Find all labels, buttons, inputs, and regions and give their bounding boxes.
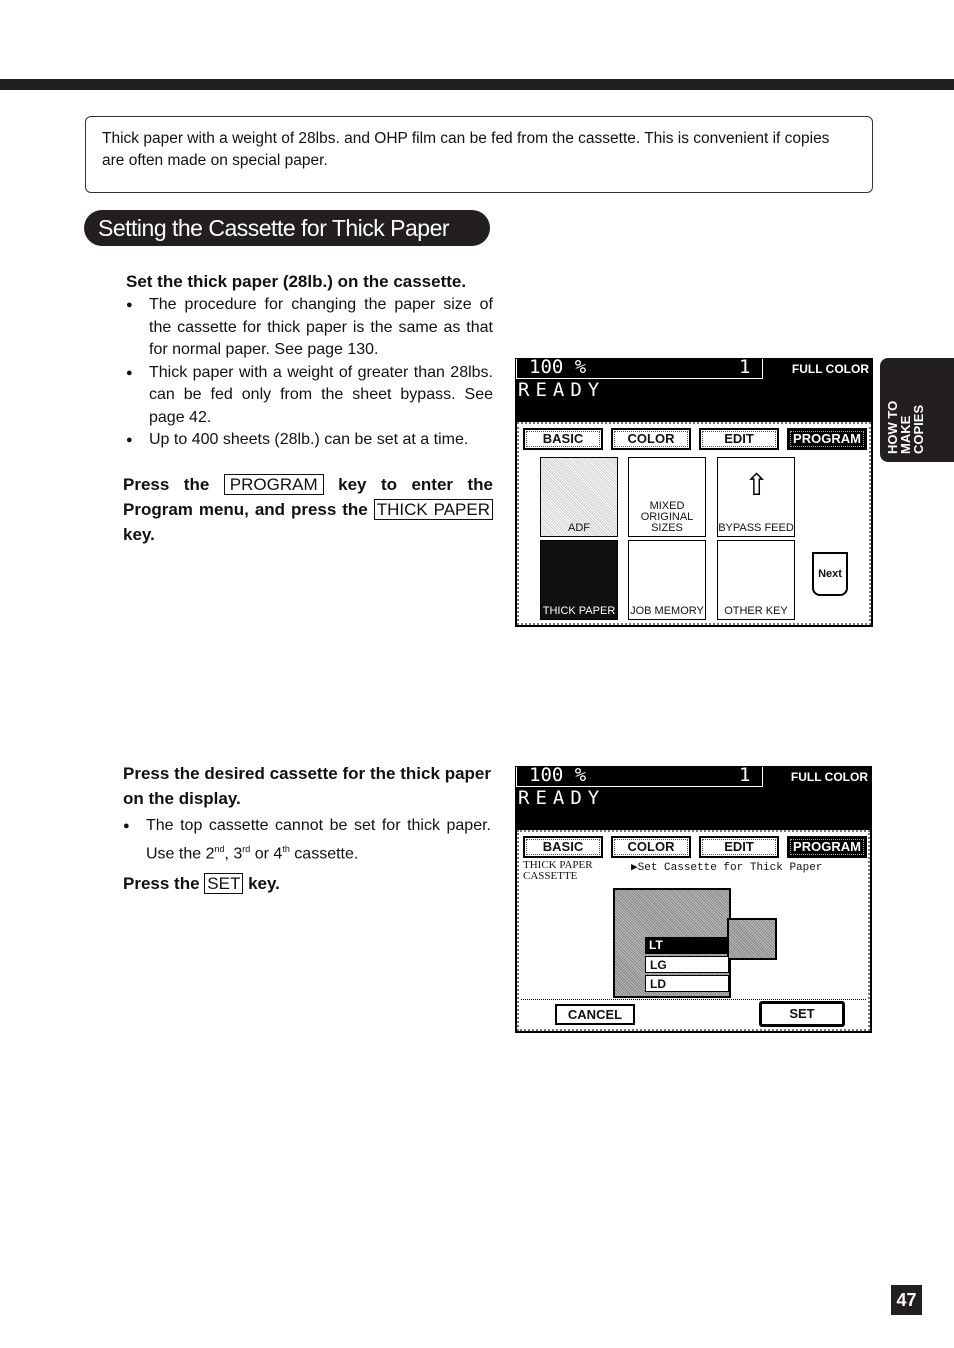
page-number: 47 [891, 1285, 922, 1315]
thick-paper-key-label: THICK PAPER [373, 499, 493, 520]
status-text: READY [518, 787, 606, 809]
step1: Set the thick paper (28lb.) on the casse… [126, 269, 493, 452]
tab-basic[interactable]: BASIC [523, 836, 603, 858]
job-memory-button[interactable]: JOB MEMORY [628, 540, 706, 620]
set-button[interactable]: SET [759, 1001, 845, 1027]
tab-program[interactable]: PROGRAM [787, 428, 867, 450]
bullet: Up to 400 sheets (28lb.) can be set at a… [126, 429, 493, 452]
header-rule [0, 79, 954, 90]
tab-edit[interactable]: EDIT [699, 428, 779, 450]
tab-program[interactable]: PROGRAM [787, 836, 867, 858]
touch-screen-cassette: 100 % 1 FULL COLOR READY BASIC COLOR EDIT… [515, 764, 872, 1033]
bullet: The top cassette cannot be set for thick… [123, 815, 491, 865]
touch-screen-program: 100 % 1 FULL COLOR READY BASIC COLOR EDIT… [515, 356, 873, 627]
press-set-text: Press the SET key. [123, 873, 280, 895]
bypass-feed-button[interactable]: ⇧ BYPASS FEED [717, 457, 795, 537]
thick-paper-button[interactable]: THICK PAPER [540, 540, 618, 620]
instruction-message: ▶Set Cassette for Thick Paper [631, 862, 823, 874]
cassette-lt[interactable]: LT [645, 937, 729, 954]
color-mode: FULL COLOR [790, 770, 868, 784]
zoom-display: 100 % 1 [516, 356, 763, 379]
manual-page: Thick paper with a weight of 28lbs. and … [0, 0, 954, 1348]
cassette-tray [727, 918, 777, 960]
color-mode: FULL COLOR [791, 362, 869, 376]
screen-label: THICK PAPER CASSETTE [523, 859, 593, 882]
cassette-lg[interactable]: LG [645, 956, 729, 973]
zoom-display: 100 % 1 [516, 764, 763, 787]
section-title: Setting the Cassette for Thick Paper (28… [84, 210, 490, 277]
step3: Press the desired cassette for the thick… [123, 761, 491, 896]
text: Press the [123, 475, 210, 494]
step1-heading: Set the thick paper (28lb.) on the casse… [126, 272, 467, 291]
tab-color[interactable]: COLOR [611, 428, 691, 450]
cassette-ld[interactable]: LD [645, 975, 729, 992]
other-key-button[interactable]: OTHER KEY [717, 540, 795, 620]
divider [521, 999, 866, 1000]
next-button[interactable]: Next [812, 552, 848, 596]
cancel-button[interactable]: CANCEL [555, 1004, 635, 1025]
set-key-label: SET [204, 873, 244, 895]
status-text: READY [518, 379, 606, 401]
step2: Press the PROGRAM key to enter the Progr… [123, 472, 493, 547]
intro-box: Thick paper with a weight of 28lbs. and … [85, 116, 873, 193]
bullet: The procedure for changing the paper siz… [126, 294, 493, 362]
adf-button[interactable]: ADF [540, 457, 618, 537]
step3-heading: Press the desired cassette for the thick… [123, 764, 491, 808]
tab-color[interactable]: COLOR [611, 836, 691, 858]
chapter-tab: HOW TO MAKE COPIES [880, 358, 954, 462]
arrow-up-icon: ⇧ [744, 469, 770, 502]
tab-basic[interactable]: BASIC [523, 428, 603, 450]
mixed-original-sizes-button[interactable]: MIXED ORIGINAL SIZES [628, 457, 706, 537]
bullet: Thick paper with a weight of greater tha… [126, 362, 493, 430]
text: key. [123, 525, 155, 544]
tab-edit[interactable]: EDIT [699, 836, 779, 858]
program-key-label: PROGRAM [223, 474, 324, 495]
